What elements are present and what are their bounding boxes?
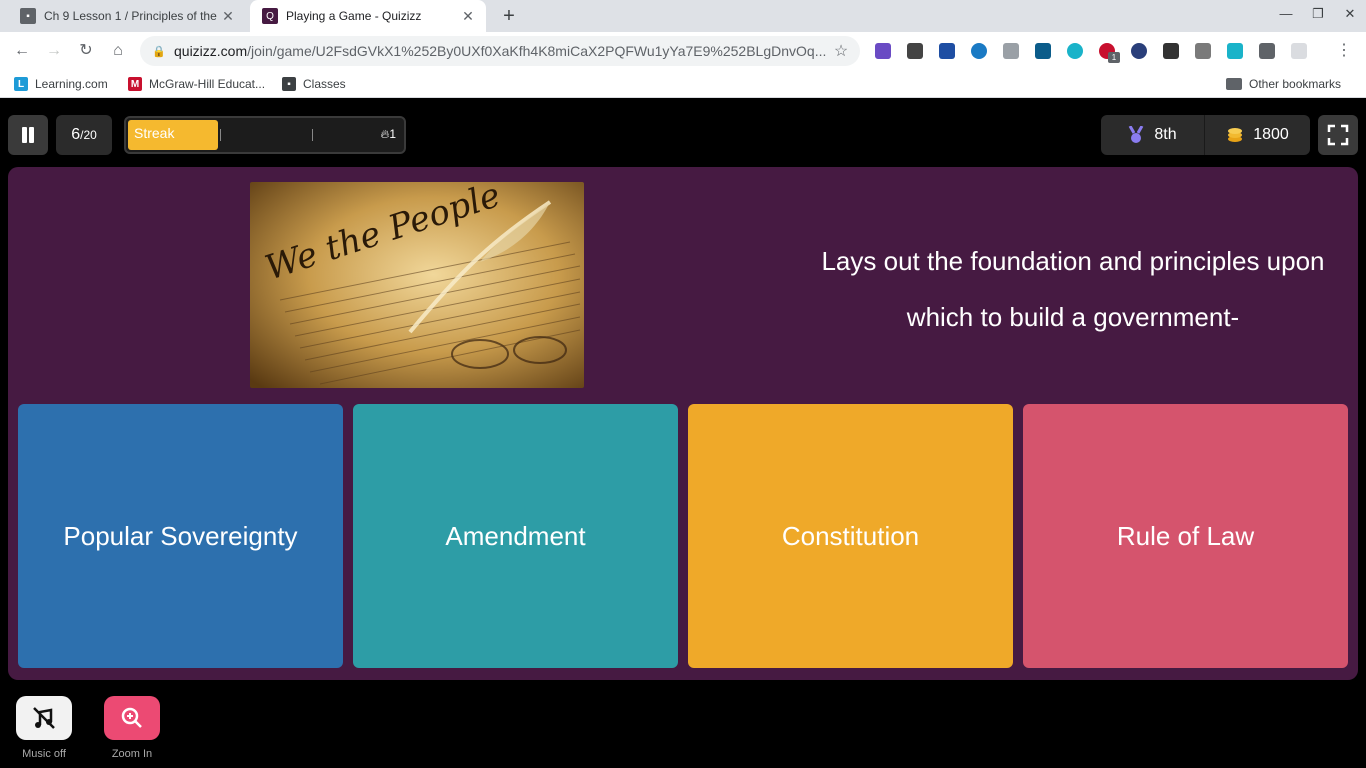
browser-tab-strip: ▪ Ch 9 Lesson 1 / Principles of the ✕ Q … [0, 0, 1366, 32]
back-icon[interactable]: ← [11, 40, 33, 62]
coins-display: 1800 [1206, 115, 1310, 155]
music-label: Music off [22, 748, 66, 760]
streak-tick [220, 129, 221, 141]
flame-icon: 🔥︎ [380, 127, 390, 141]
answer-options: Popular Sovereignty Amendment Constituti… [18, 404, 1348, 668]
browser-toolbar: ← → ↻ ⌂ 🔒 quizizz.com/join/game/U2FsdGVk… [0, 32, 1366, 70]
close-window-button[interactable]: ✕ [1334, 6, 1366, 26]
answer-label: Rule of Law [1116, 520, 1255, 551]
bookmark-learning[interactable]: L Learning.com [14, 76, 108, 92]
fullscreen-button[interactable] [1318, 115, 1358, 155]
extension-badge: 1 [1108, 52, 1120, 63]
address-bar[interactable]: 🔒 quizizz.com/join/game/U2FsdGVkX1%252By… [140, 36, 860, 66]
question-text: Lays out the foundation and principles u… [821, 246, 1325, 332]
streak-label: Streak [134, 125, 175, 141]
classroom-tab-icon: ▪ [20, 8, 36, 24]
url-text[interactable]: quizizz.com/join/game/U2FsdGVkX1%252By0U… [174, 43, 830, 59]
music-toggle[interactable]: Music off [16, 696, 72, 760]
folder-icon [1226, 78, 1242, 90]
quizizz-tab-icon: Q [262, 8, 278, 24]
extension-icon[interactable] [971, 43, 987, 59]
answer-label: Constitution [781, 520, 920, 551]
zoom-in-icon[interactable] [104, 696, 160, 740]
bookmark-star-icon[interactable]: ☆ [830, 41, 852, 61]
home-icon[interactable]: ⌂ [107, 40, 129, 62]
learning-icon: L [14, 77, 28, 91]
answer-option-3[interactable]: Constitution [688, 404, 1013, 668]
reload-icon[interactable]: ↻ [75, 40, 97, 62]
extension-icon[interactable] [1131, 43, 1147, 59]
zoom-label: Zoom In [111, 748, 153, 760]
bookmark-classes[interactable]: ▪ Classes [282, 76, 346, 92]
bookmarks-bar: L Learning.com M McGraw-Hill Educat... ▪… [0, 70, 1366, 98]
lock-icon: 🔒 [152, 45, 166, 58]
answer-label: Amendment [445, 520, 586, 551]
other-bookmarks[interactable]: Other bookmarks [1226, 76, 1341, 92]
medal-icon [1129, 126, 1144, 143]
question-panel: We the People Lays out the foundation an… [8, 167, 1358, 680]
bookmark-mcgraw-hill[interactable]: M McGraw-Hill Educat... [128, 76, 265, 92]
answer-option-4[interactable]: Rule of Law [1023, 404, 1348, 668]
streak-count: 🔥︎1 [380, 127, 397, 141]
tab-lesson[interactable]: ▪ Ch 9 Lesson 1 / Principles of the ✕ [8, 0, 246, 32]
extension-icon[interactable] [1227, 43, 1243, 59]
extensions-puzzle-icon[interactable] [1291, 43, 1307, 59]
coins-icon [1228, 128, 1243, 142]
tab-quizizz[interactable]: Q Playing a Game - Quizizz ✕ [250, 0, 486, 32]
question-image: We the People [250, 182, 584, 388]
rank-display: 8th [1101, 115, 1205, 155]
extension-icon[interactable] [1195, 43, 1211, 59]
question-counter: 6/20 [56, 115, 112, 155]
tab-title: Ch 9 Lesson 1 / Principles of the [44, 9, 217, 23]
game-area: 6/20 Streak 🔥︎1 8th 1800 We the People L… [0, 99, 1366, 768]
extension-icon[interactable] [875, 43, 891, 59]
close-tab-icon[interactable]: ✕ [220, 8, 236, 24]
extension-icon[interactable] [907, 43, 923, 59]
new-tab-button[interactable]: + [498, 6, 520, 26]
tab-title: Playing a Game - Quizizz [286, 9, 422, 23]
score-box: 8th 1800 [1101, 115, 1310, 155]
answer-option-1[interactable]: Popular Sovereignty [18, 404, 343, 668]
answer-label: Popular Sovereignty [63, 520, 298, 551]
qr-code-icon[interactable] [1163, 43, 1179, 59]
extension-icon[interactable] [1003, 43, 1019, 59]
classes-icon: ▪ [282, 77, 296, 91]
close-tab-icon[interactable]: ✕ [460, 8, 476, 24]
fullscreen-icon [1327, 124, 1349, 146]
extension-icon[interactable] [939, 43, 955, 59]
minimize-button[interactable]: — [1270, 6, 1302, 26]
forward-icon[interactable]: → [43, 40, 65, 62]
streak-bar: Streak 🔥︎1 [124, 116, 406, 154]
extension-icon[interactable] [1035, 43, 1051, 59]
music-off-icon[interactable] [16, 696, 72, 740]
answer-option-2[interactable]: Amendment [353, 404, 678, 668]
streak-tick [312, 129, 313, 141]
pause-button[interactable] [8, 115, 48, 155]
zoom-in-control[interactable]: Zoom In [104, 696, 160, 760]
extension-icon[interactable] [1259, 43, 1275, 59]
menu-kebab-icon[interactable]: ⋮ [1333, 40, 1355, 62]
maximize-button[interactable]: ❐ [1302, 6, 1334, 26]
mcgraw-hill-icon: M [128, 77, 142, 91]
extension-icon[interactable] [1067, 43, 1083, 59]
constitution-image: We the People [250, 182, 584, 388]
